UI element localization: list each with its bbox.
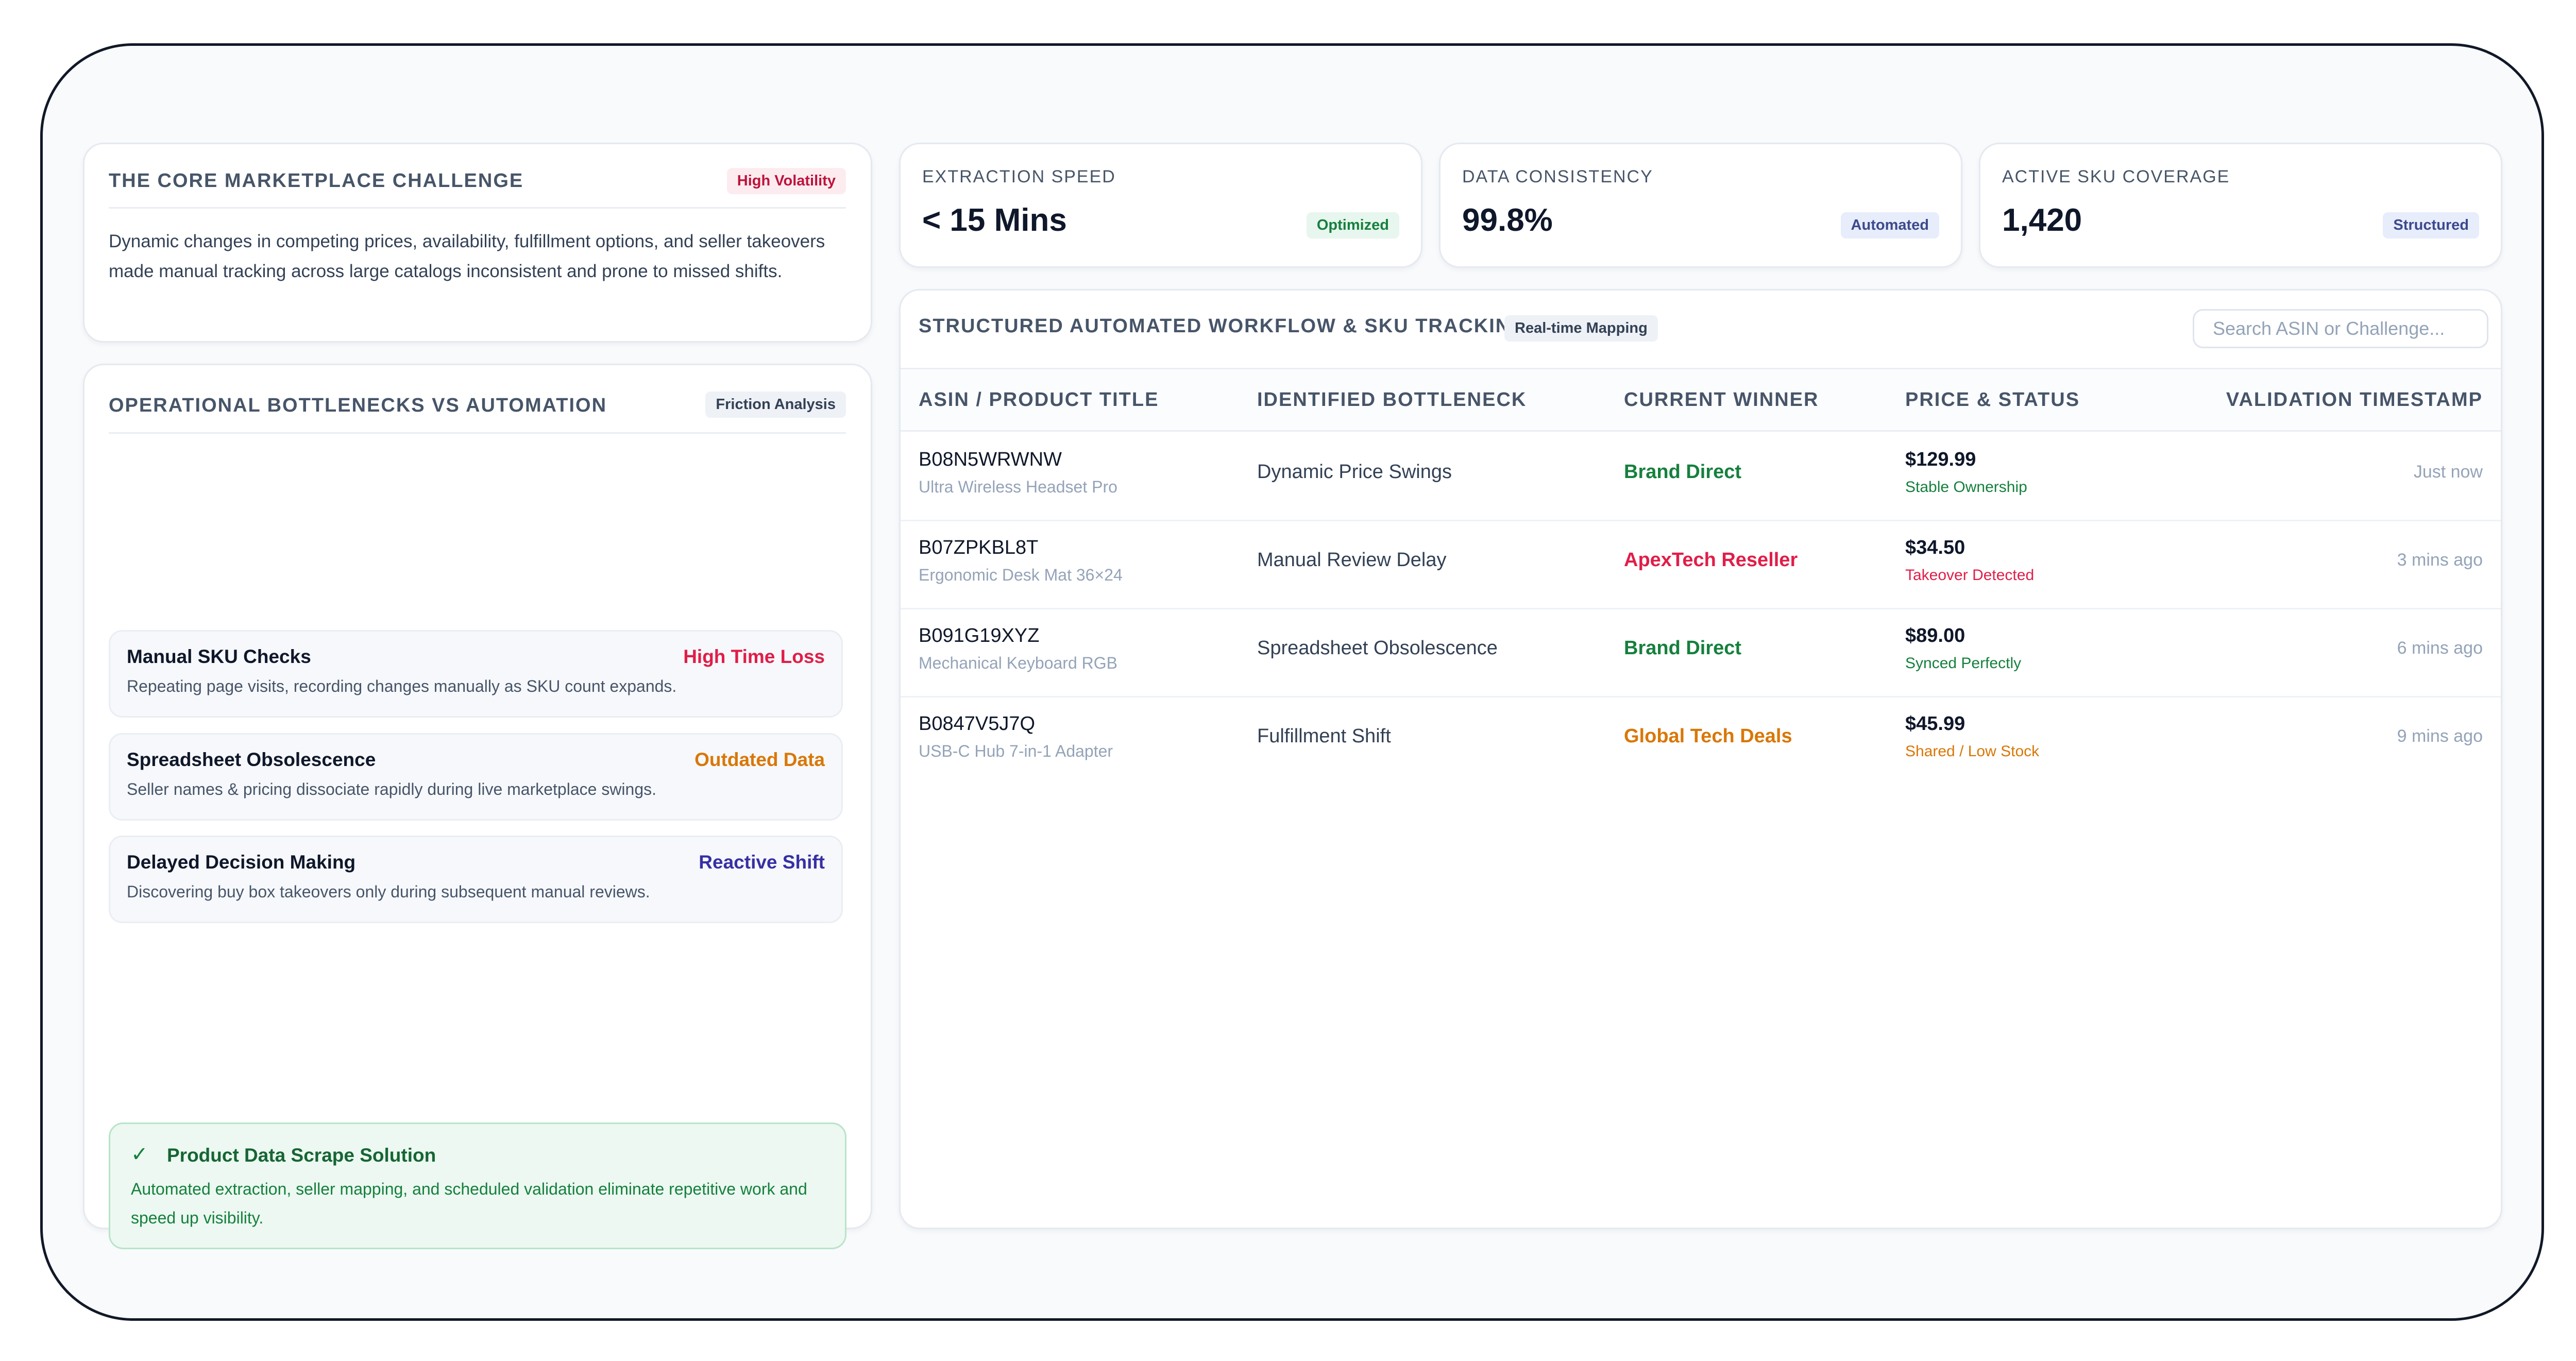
stat-badge: Structured: [2383, 212, 2479, 239]
price-cell: $34.50: [1905, 537, 1965, 558]
timestamp-cell: 3 mins ago: [2397, 550, 2483, 570]
timestamp-cell: 6 mins ago: [2397, 638, 2483, 658]
table-row[interactable]: B091G19XYZ Mechanical Keyboard RGB Sprea…: [901, 609, 2501, 697]
bottleneck-cell: Spreadsheet Obsolescence: [1257, 637, 1498, 659]
bottlenecks-title: OPERATIONAL BOTTLENECKS VS AUTOMATION: [109, 395, 607, 416]
stat-card-active-sku-coverage: ACTIVE SKU COVERAGE 1,420 Structured: [1979, 143, 2502, 268]
table-header: ASIN / PRODUCT TITLE IDENTIFIED BOTTLENE…: [901, 368, 2501, 432]
table-row[interactable]: B08N5WRWNW Ultra Wireless Headset Pro Dy…: [901, 433, 2501, 521]
bottleneck-item: Manual SKU Checks High Time Loss Repeati…: [109, 630, 843, 718]
bottleneck-tag: Outdated Data: [694, 749, 825, 770]
winner-cell: Global Tech Deals: [1624, 725, 1792, 747]
realtime-badge: Real-time Mapping: [1504, 315, 1658, 342]
table-row[interactable]: B0847V5J7Q USB-C Hub 7-in-1 Adapter Fulf…: [901, 697, 2501, 786]
bottleneck-cell: Dynamic Price Swings: [1257, 461, 1452, 483]
column-header-bottleneck[interactable]: IDENTIFIED BOTTLENECK: [1257, 389, 1527, 411]
challenge-title: THE CORE MARKETPLACE CHALLENGE: [109, 170, 524, 192]
workflow-card: STRUCTURED AUTOMATED WORKFLOW & SKU TRAC…: [899, 289, 2502, 1229]
product-title-cell: Ultra Wireless Headset Pro: [919, 478, 1117, 496]
bottleneck-description: Seller names & pricing dissociate rapidl…: [127, 780, 657, 798]
winner-cell: ApexTech Reseller: [1624, 549, 1798, 571]
price-cell: $45.99: [1905, 713, 1965, 735]
bottleneck-tag: Reactive Shift: [699, 852, 825, 873]
product-title-cell: Ergonomic Desk Mat 36×24: [919, 566, 1123, 584]
divider: [109, 432, 846, 434]
solution-callout: ✓ Product Data Scrape Solution Automated…: [109, 1122, 846, 1249]
divider: [109, 207, 846, 209]
timestamp-cell: 9 mins ago: [2397, 726, 2483, 746]
stat-card-extraction-speed: EXTRACTION SPEED < 15 Mins Optimized: [899, 143, 1422, 268]
bottleneck-item: Spreadsheet Obsolescence Outdated Data S…: [109, 733, 843, 821]
bottlenecks-card: OPERATIONAL BOTTLENECKS VS AUTOMATION Fr…: [83, 364, 872, 1249]
challenge-card: THE CORE MARKETPLACE CHALLENGE High Vola…: [83, 143, 872, 343]
bottleneck-item: Delayed Decision Making Reactive Shift D…: [109, 836, 843, 923]
bottleneck-cell: Manual Review Delay: [1257, 549, 1447, 571]
stat-badge: Automated: [1840, 212, 1939, 239]
price-cell: $89.00: [1905, 625, 1965, 647]
status-cell: Stable Ownership: [1905, 479, 2027, 496]
check-icon: ✓: [131, 1143, 148, 1166]
stat-badge: Optimized: [1306, 212, 1399, 239]
stat-label: DATA CONSISTENCY: [1462, 167, 1653, 186]
column-header-timestamp[interactable]: VALIDATION TIMESTAMP: [2226, 389, 2483, 411]
status-cell: Takeover Detected: [1905, 567, 2035, 584]
search-input[interactable]: [2193, 309, 2488, 348]
bottleneck-name: Delayed Decision Making: [127, 852, 356, 873]
status-cell: Shared / Low Stock: [1905, 743, 2040, 760]
winner-cell: Brand Direct: [1624, 637, 1742, 659]
asin-cell: B0847V5J7Q: [919, 713, 1036, 735]
stat-label: EXTRACTION SPEED: [922, 167, 1116, 186]
column-header-price-status[interactable]: PRICE & STATUS: [1905, 389, 2080, 411]
app-frame: THE CORE MARKETPLACE CHALLENGE High Vola…: [40, 43, 2544, 1321]
stat-value: 99.8%: [1462, 202, 1553, 238]
column-header-winner[interactable]: CURRENT WINNER: [1624, 389, 1819, 411]
winner-cell: Brand Direct: [1624, 461, 1742, 483]
asin-cell: B091G19XYZ: [919, 625, 1040, 647]
friction-badge: Friction Analysis: [705, 392, 846, 418]
stat-value: 1,420: [2002, 202, 2082, 238]
timestamp-cell: Just now: [2413, 462, 2483, 482]
bottleneck-description: Repeating page visits, recording changes…: [127, 677, 677, 695]
table-row[interactable]: B07ZPKBL8T Ergonomic Desk Mat 36×24 Manu…: [901, 521, 2501, 609]
asin-cell: B07ZPKBL8T: [919, 537, 1039, 558]
product-title-cell: Mechanical Keyboard RGB: [919, 654, 1117, 672]
bottleneck-name: Manual SKU Checks: [127, 646, 311, 667]
stat-value: < 15 Mins: [922, 202, 1067, 238]
bottleneck-tag: High Time Loss: [683, 646, 825, 667]
stat-card-data-consistency: DATA CONSISTENCY 99.8% Automated: [1439, 143, 1962, 268]
bottleneck-cell: Fulfillment Shift: [1257, 725, 1391, 747]
volatility-badge: High Volatility: [726, 168, 846, 194]
column-header-asin[interactable]: ASIN / PRODUCT TITLE: [919, 389, 1159, 411]
bottleneck-description: Discovering buy box takeovers only durin…: [127, 882, 650, 901]
price-cell: $129.99: [1905, 449, 1976, 470]
workflow-title: STRUCTURED AUTOMATED WORKFLOW & SKU TRAC…: [919, 315, 1527, 337]
stat-label: ACTIVE SKU COVERAGE: [2002, 167, 2230, 186]
asin-cell: B08N5WRWNW: [919, 449, 1062, 470]
bottleneck-name: Spreadsheet Obsolescence: [127, 749, 376, 770]
challenge-description: Dynamic changes in competing prices, ava…: [109, 231, 825, 281]
status-cell: Synced Perfectly: [1905, 655, 2022, 672]
product-title-cell: USB-C Hub 7-in-1 Adapter: [919, 742, 1113, 760]
solution-title: Product Data Scrape Solution: [167, 1145, 436, 1166]
solution-text: Automated extraction, seller mapping, an…: [131, 1180, 807, 1227]
